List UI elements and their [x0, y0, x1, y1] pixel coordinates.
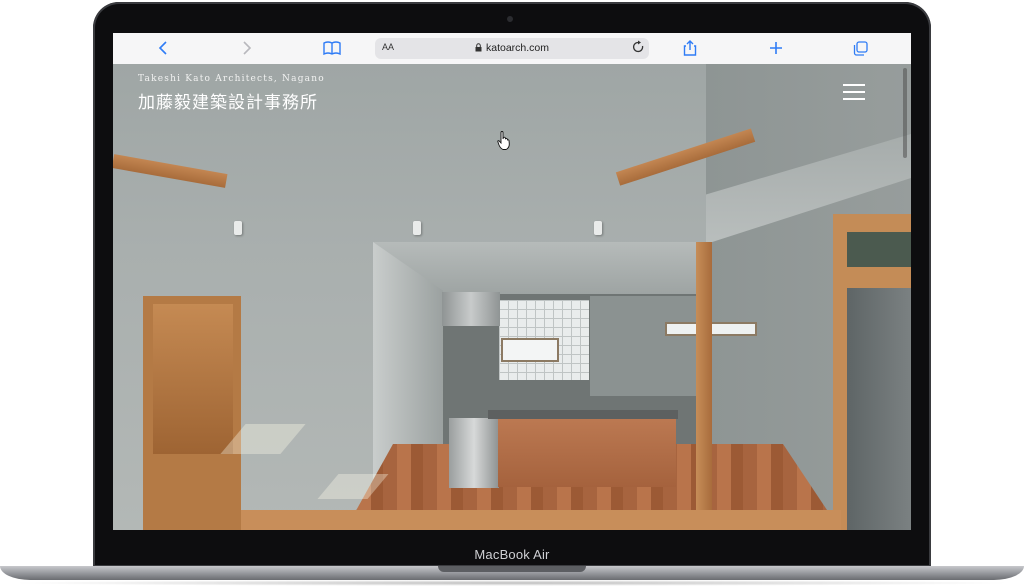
site-logo[interactable]: 加藤毅建築設計事務所	[138, 88, 318, 113]
photo-wall-light	[594, 221, 602, 235]
hand-cursor-icon	[497, 131, 510, 150]
share-icon[interactable]	[678, 38, 702, 58]
photo-wall-light	[413, 221, 421, 235]
photo-range-hood	[442, 292, 500, 326]
url-text: katoarch.com	[485, 42, 550, 54]
reload-icon[interactable]	[632, 40, 645, 59]
photo-left-door-panel	[153, 304, 233, 454]
photo-kitchen-island	[498, 415, 676, 487]
plus-icon[interactable]	[764, 38, 788, 58]
laptop-base-notch	[438, 566, 586, 572]
site-name-en: Takeshi Kato Architects, Nagano	[138, 74, 325, 84]
scrollbar[interactable]	[903, 68, 907, 158]
book-icon[interactable]	[320, 38, 344, 58]
photo-stainless-cabinet	[449, 418, 499, 488]
photo-wood-post	[696, 242, 712, 512]
photo-right-door	[847, 288, 911, 530]
photo-kitchen-wall	[590, 296, 706, 396]
photo-right-window-glass	[847, 232, 911, 267]
browser-toolbar: AA katoarch.com	[113, 33, 911, 65]
screen: AA katoarch.com Takeshi Kato Architects,…	[113, 33, 911, 530]
photo-floor-edge	[241, 510, 841, 530]
hamburger-menu-icon[interactable]	[843, 83, 865, 101]
url-display[interactable]: katoarch.com	[375, 42, 649, 54]
chevron-left-icon[interactable]	[151, 38, 175, 58]
base-shadow	[8, 580, 1016, 586]
photo-island-counter	[488, 410, 678, 419]
hero-photo: Takeshi Kato Architects, Nagano 加藤毅建築設計事…	[113, 64, 911, 530]
camera-icon	[507, 16, 513, 22]
address-bar[interactable]: AA katoarch.com	[375, 38, 649, 59]
photo-kitchen-window	[501, 338, 559, 362]
chevron-right-icon[interactable]	[235, 38, 259, 58]
lock-icon	[475, 43, 482, 52]
device-label: MacBook Air	[474, 547, 550, 562]
tabs-icon[interactable]	[848, 38, 872, 58]
photo-wall-light	[234, 221, 242, 235]
